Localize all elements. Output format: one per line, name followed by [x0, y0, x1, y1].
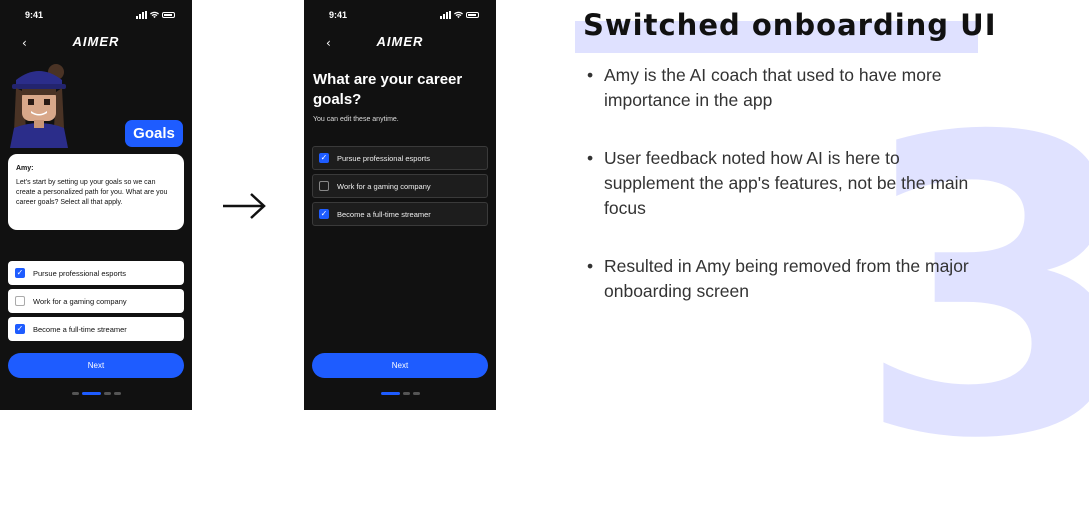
amy-avatar — [10, 64, 68, 148]
goal-option-esports[interactable]: ✓ Pursue professional esports — [8, 261, 184, 285]
goal-options-list: ✓ Pursue professional esports Work for a… — [312, 146, 488, 230]
bullet-item: • Amy is the AI coach that used to have m… — [587, 63, 987, 113]
status-time: 9:41 — [25, 10, 44, 20]
page-dot — [412, 392, 420, 395]
page-dot — [71, 392, 79, 395]
page-indicator — [304, 392, 496, 395]
battery-icon — [466, 12, 479, 18]
goal-option-label: Pursue professional esports — [33, 268, 126, 278]
bullet-item: • Resulted in Amy being removed from the … — [587, 254, 987, 304]
onboarding-screen-old: 9:41 ‹ AIMER Goals Amy: Let's start by s… — [0, 0, 192, 410]
goal-option-gaming-company[interactable]: Work for a gaming company — [8, 289, 184, 313]
app-logo: AIMER — [376, 34, 424, 49]
goal-option-label: Become a full-time streamer — [337, 209, 431, 219]
checkbox-checked-icon[interactable]: ✓ — [319, 153, 329, 163]
status-icons — [440, 11, 479, 19]
page-dot — [113, 392, 121, 395]
goal-option-streamer[interactable]: ✓ Become a full-time streamer — [8, 317, 184, 341]
question-heading: What are your career goals? — [313, 71, 463, 108]
signal-icon — [136, 11, 147, 19]
bullet-icon: • — [587, 65, 594, 85]
page-dot — [402, 392, 410, 395]
bullet-item: • User feedback noted how AI is here to s… — [587, 146, 987, 221]
next-button[interactable]: Next — [8, 353, 184, 378]
checkbox-checked-icon[interactable]: ✓ — [319, 209, 329, 219]
goal-option-label: Work for a gaming company — [33, 296, 127, 306]
page-dot — [103, 392, 111, 395]
bullet-icon: • — [587, 148, 594, 168]
bullet-list: • Amy is the AI coach that used to have m… — [587, 63, 987, 337]
wifi-icon — [150, 11, 159, 19]
page-dot-active — [81, 392, 101, 395]
status-bar: 9:41 — [304, 10, 496, 22]
checkbox-checked-icon[interactable]: ✓ — [15, 268, 25, 278]
bullet-text: Amy is the AI coach that used to have mo… — [604, 65, 942, 110]
goal-option-label: Become a full-time streamer — [33, 324, 127, 334]
bullet-text: User feedback noted how AI is here to su… — [604, 148, 969, 218]
goal-option-label: Work for a gaming company — [337, 181, 431, 191]
goal-option-esports[interactable]: ✓ Pursue professional esports — [312, 146, 488, 170]
goals-tag: Goals — [125, 120, 183, 147]
status-time: 9:41 — [329, 10, 348, 20]
status-icons — [136, 11, 175, 19]
app-logo: AIMER — [72, 34, 120, 49]
goal-options-list: ✓ Pursue professional esports Work for a… — [8, 261, 184, 345]
goal-option-gaming-company[interactable]: Work for a gaming company — [312, 174, 488, 198]
checkbox-checked-icon[interactable]: ✓ — [15, 324, 25, 334]
next-button[interactable]: Next — [312, 353, 488, 378]
goal-option-label: Pursue professional esports — [337, 153, 430, 163]
battery-icon — [162, 12, 175, 18]
chat-author: Amy: — [16, 165, 34, 172]
checkbox-unchecked-icon[interactable] — [319, 181, 329, 191]
signal-icon — [440, 11, 451, 19]
goal-option-streamer[interactable]: ✓ Become a full-time streamer — [312, 202, 488, 226]
amy-chat-bubble: Amy: Let's start by setting up your goal… — [8, 154, 184, 230]
bullet-text: Resulted in Amy being removed from the m… — [604, 256, 969, 301]
question-subtitle: You can edit these anytime. — [313, 116, 399, 123]
slide-title: Switched onboarding UI — [583, 8, 997, 42]
status-bar: 9:41 — [0, 10, 192, 22]
page-dot-active — [380, 392, 400, 395]
page-indicator — [0, 392, 192, 395]
arrow-right-icon — [223, 193, 266, 219]
wifi-icon — [454, 11, 463, 19]
bullet-icon: • — [587, 256, 594, 276]
checkbox-unchecked-icon[interactable] — [15, 296, 25, 306]
onboarding-screen-new: 9:41 ‹ AIMER What are your career goals?… — [304, 0, 496, 410]
chat-message: Let's start by setting up your goals so … — [16, 179, 168, 206]
